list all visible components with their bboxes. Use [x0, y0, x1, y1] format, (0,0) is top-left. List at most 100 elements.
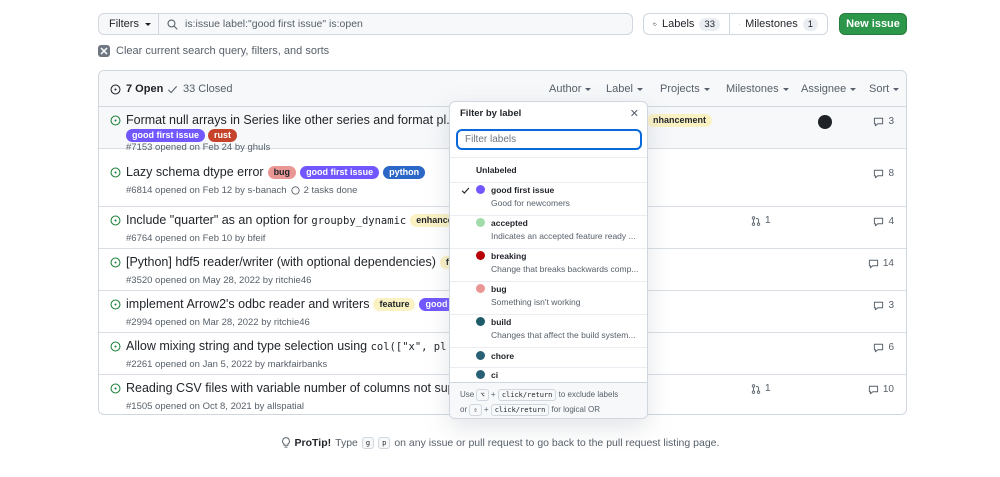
filter-labels-input[interactable] [456, 129, 642, 150]
issue-meta: #2261 opened on Jan 5, 2022 by markfairb… [126, 359, 328, 370]
issue-title-text: Allow mixing string and type selection u… [126, 339, 368, 353]
label-feature[interactable]: feature [373, 297, 416, 311]
label-good-first-issue[interactable]: good first issue [126, 129, 206, 142]
dropdown-item-accepted[interactable]: accepted Indicates an accepted feature r… [450, 215, 647, 248]
issue-meta-text: #6814 opened on Feb 12 by s-banach [126, 185, 287, 196]
hint-line-exclude: Use ⌥ + click/return to exclude labels [460, 387, 637, 402]
comments-link[interactable]: 6 [873, 342, 894, 353]
dropdown-item-chore[interactable]: chore [450, 347, 647, 367]
issue-title[interactable]: Lazy schema dtype error [126, 165, 264, 179]
dropdown-item-label: bug [491, 284, 507, 294]
linked-pr-link[interactable]: 1 [751, 383, 771, 394]
issue-title[interactable]: Allow mixing string and type selection u… [126, 339, 478, 353]
label-rust[interactable]: rust [208, 129, 238, 142]
comment-icon [874, 117, 884, 126]
projects-filter[interactable]: Projects [660, 83, 710, 95]
comments-link[interactable]: 4 [873, 216, 894, 227]
label-color-dot [476, 218, 485, 227]
issue-open-icon [110, 257, 121, 268]
hint-text: Use [460, 390, 475, 399]
dropdown-item-desc: Good for newcomers [491, 198, 570, 208]
chevron-down-icon [703, 88, 710, 91]
issue-meta: #1505 opened on Oct 8, 2021 by allspatia… [126, 401, 304, 412]
open-issues-tab[interactable]: 7 Open [110, 83, 163, 95]
issue-title[interactable]: Include "quarter" as an option for group… [126, 213, 406, 227]
author-filter[interactable]: Author [549, 83, 592, 95]
dropdown-item-unlabeled[interactable]: Unlabeled [450, 157, 647, 182]
milestones-filter[interactable]: Milestones [726, 83, 789, 95]
issue-title[interactable]: implement Arrow2's odbc reader and write… [126, 297, 369, 311]
filters-button[interactable]: Filters [98, 13, 159, 35]
comment-icon [874, 343, 884, 352]
label-color-dot [476, 317, 485, 326]
milestones-count: 1 [802, 17, 818, 31]
dropdown-item-bug[interactable]: bug Something isn't working [450, 281, 647, 314]
new-issue-button[interactable]: New issue [839, 13, 907, 35]
dropdown-item-build[interactable]: build Changes that affect the build syst… [450, 314, 647, 347]
hint-text: or [460, 405, 468, 414]
search-input[interactable]: is:issue label:"good first issue" is:ope… [158, 13, 633, 35]
label-good-first-issue[interactable]: good first issue [300, 165, 380, 179]
issue-title[interactable]: [Python] hdf5 reader/writer (with option… [126, 255, 436, 269]
linked-pr-link[interactable]: 1 [751, 215, 771, 226]
chevron-down-icon [585, 88, 592, 91]
assignee-filter[interactable]: Assignee [801, 83, 857, 95]
kbd-option: ⌥ [476, 389, 489, 401]
milestones-button[interactable]: Milestones 1 [729, 13, 828, 35]
dropdown-item-breaking[interactable]: breaking Change that breaks backwards co… [450, 248, 647, 281]
label-python[interactable]: python [383, 165, 426, 179]
comments-count: 3 [888, 116, 894, 127]
protip-label: ProTip! [294, 437, 332, 449]
comments-link[interactable]: 3 [873, 300, 894, 311]
comments-link[interactable]: 3 [873, 116, 894, 127]
labels-label: Labels [662, 18, 695, 30]
issue-open-icon [110, 115, 121, 126]
comments-link[interactable]: 8 [873, 168, 894, 179]
label-color-dot [476, 370, 485, 379]
closed-issues-tab[interactable]: 33 Closed [167, 83, 233, 95]
label-bug[interactable]: bug [267, 165, 297, 179]
label-filter[interactable]: Label [606, 83, 643, 95]
dropdown-item-desc: Something isn't working [491, 297, 581, 307]
pull-request-icon [751, 215, 761, 226]
issue-open-icon [110, 167, 121, 178]
dropdown-item-good-first-issue[interactable]: good first issue Good for newcomers [450, 182, 647, 215]
filters-label: Filters [109, 18, 139, 30]
projects-filter-label: Projects [660, 83, 700, 95]
clear-label: Clear current search query, filters, and… [116, 45, 330, 57]
sort-filter[interactable]: Sort [869, 83, 900, 95]
issue-open-icon [110, 341, 121, 352]
close-icon[interactable]: ✕ [630, 107, 639, 120]
issue-title[interactable]: Reading CSV files with variable number o… [126, 381, 483, 395]
dropdown-item-ci[interactable]: ci [450, 367, 647, 382]
issue-meta: #6814 opened on Feb 12 by s-banach 2 tas… [126, 185, 357, 196]
open-count-label: 7 Open [126, 83, 164, 95]
tag-icon [653, 22, 657, 26]
clear-filters-link[interactable]: Clear current search query, filters, and… [98, 45, 329, 57]
dropdown-item-desc: Change that breaks backwards comp... [491, 264, 639, 274]
dropdown-item-desc: Indicates an accepted feature ready ... [491, 231, 636, 241]
dropdown-item-label: breaking [491, 251, 527, 261]
label-filter-label: Label [606, 83, 633, 95]
check-icon [461, 187, 470, 194]
labels-count: 33 [699, 17, 720, 31]
kbd-click: click/return [497, 389, 557, 401]
sort-filter-label: Sort [869, 83, 890, 95]
avatar[interactable] [818, 115, 832, 129]
linked-pr-count: 1 [765, 383, 771, 394]
dropdown-item-desc: Changes that affect the build system... [491, 330, 636, 340]
comment-icon [874, 217, 884, 226]
issue-title-code: groupby_dynamic [311, 215, 407, 227]
label-enhancement[interactable]: nhancement [647, 114, 713, 127]
comment-icon [874, 169, 884, 178]
protip-text: Type [335, 437, 358, 449]
chevron-down-icon [144, 23, 151, 26]
protip: ProTip! Type g p on any issue or pull re… [0, 437, 1000, 449]
comments-link[interactable]: 10 [868, 384, 894, 395]
comments-link[interactable]: 14 [868, 258, 894, 269]
chevron-down-icon [893, 88, 900, 91]
task-progress-icon [290, 186, 300, 195]
chevron-down-icon [850, 88, 857, 91]
issue-title[interactable]: Format null arrays in Series like other … [126, 113, 483, 127]
labels-button[interactable]: Labels 33 [643, 13, 730, 35]
